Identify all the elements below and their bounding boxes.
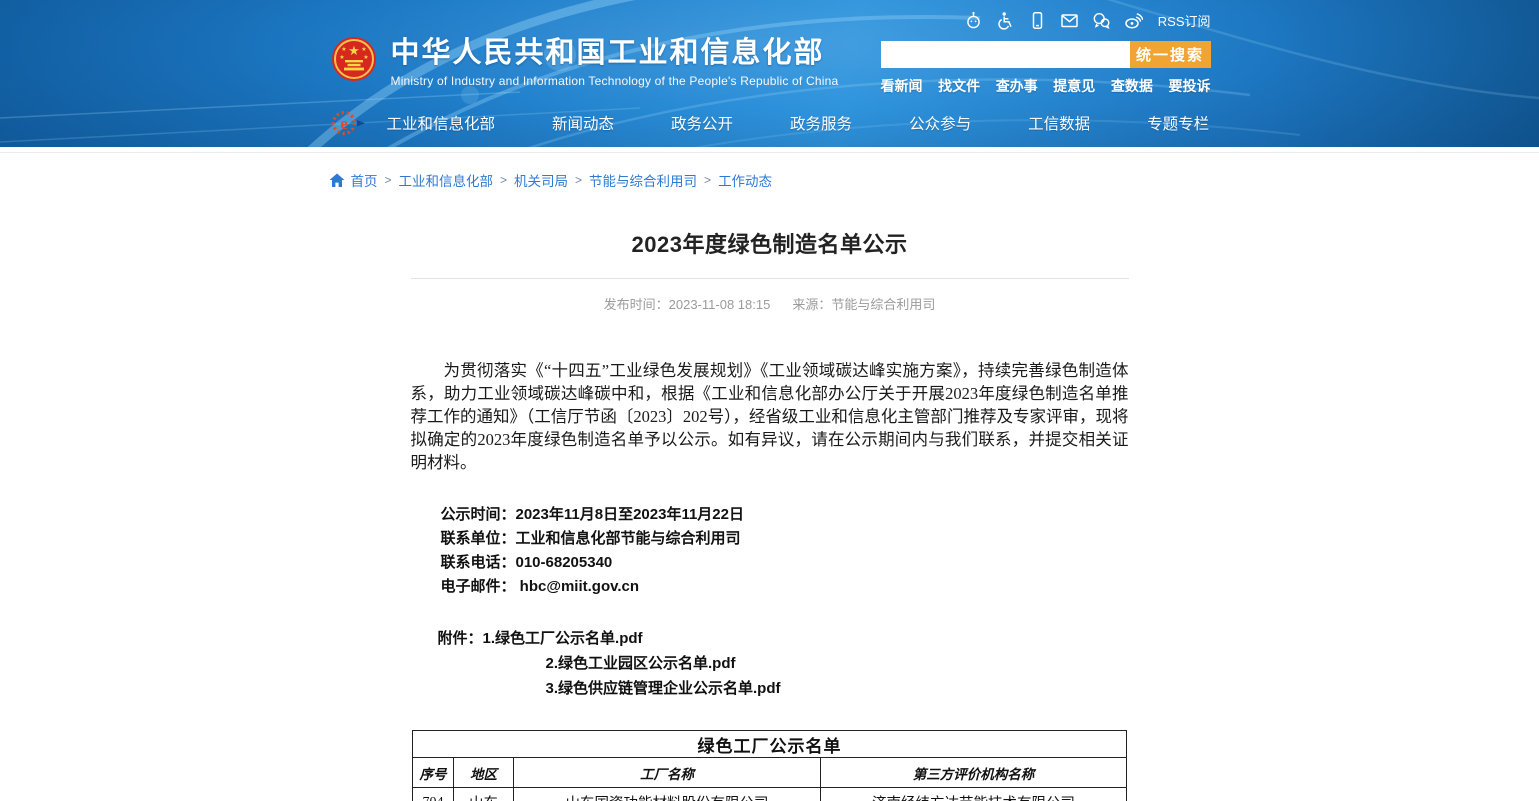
nav-item-data[interactable]: 工信数据 <box>1028 112 1090 134</box>
source-label: 来源： <box>792 297 831 312</box>
col-header-factory-name: 工厂名称 <box>514 758 821 788</box>
table-title-row: 绿色工厂公示名单 <box>413 731 1127 758</box>
page: ★ ★ ★ ★ ★ 中华人民共和国工业和信息化部 Ministry of Ind… <box>0 0 1539 801</box>
table-title: 绿色工厂公示名单 <box>413 731 1127 758</box>
wechat-icon[interactable] <box>1092 11 1111 30</box>
nav-item-miit[interactable]: 工业和信息化部 <box>387 112 496 134</box>
col-header-index: 序号 <box>413 758 454 788</box>
svg-text:★: ★ <box>348 43 360 58</box>
col-header-region: 地区 <box>454 758 514 788</box>
attachment-link-green-supply-chain[interactable]: 3.绿色供应链管理企业公示名单.pdf <box>546 676 1129 701</box>
title-divider <box>411 278 1129 279</box>
search-input[interactable] <box>881 41 1130 68</box>
quick-links: 看新闻 找文件 查办事 提意见 查数据 要投诉 <box>881 76 1211 96</box>
nav-item-special[interactable]: 专题专栏 <box>1147 112 1209 134</box>
breadcrumb-separator: > <box>704 173 711 187</box>
article-meta: 发布时间：2023-11-08 18:15 来源：节能与综合利用司 <box>411 294 1129 313</box>
cell-region: 山东 <box>454 788 514 801</box>
green-factory-table: 绿色工厂公示名单 序号 地区 工厂名称 第三方评价机构名称 704 山东 山东国… <box>412 730 1127 801</box>
mail-icon[interactable] <box>1060 11 1079 30</box>
site-subtitle-en: Ministry of Industry and Information Tec… <box>391 74 839 88</box>
attachments-label: 附件： <box>438 630 483 647</box>
nav-item-gov-service[interactable]: 政务服务 <box>790 112 852 134</box>
publish-time-label: 发布时间： <box>604 297 669 312</box>
svg-text:★: ★ <box>361 46 366 53</box>
breadcrumb-energy-dept[interactable]: 节能与综合利用司 <box>589 170 697 190</box>
quick-link-files[interactable]: 找文件 <box>938 76 980 96</box>
article-paragraph: 为贯彻落实《“十四五”工业绿色发展规划》《工业领域碳达峰实施方案》，持续完善绿色… <box>411 359 1129 474</box>
breadcrumb-miit[interactable]: 工业和信息化部 <box>399 170 494 190</box>
weibo-icon[interactable] <box>1124 11 1143 30</box>
breadcrumb: 首页 > 工业和信息化部 > 机关司局 > 节能与综合利用司 > 工作动态 <box>329 170 1211 190</box>
quick-link-feedback[interactable]: 提意见 <box>1053 76 1095 96</box>
cell-evaluator-name: 济南经纬方达节能技术有限公司 <box>821 788 1127 801</box>
search-bar: 统一搜索 <box>881 41 1211 68</box>
accessibility-icon[interactable] <box>996 11 1015 30</box>
breadcrumb-home[interactable]: 首页 <box>351 170 378 190</box>
svg-text:★: ★ <box>339 54 344 61</box>
header-icon-row: RSS订阅 <box>881 9 1211 31</box>
quick-link-affairs[interactable]: 查办事 <box>996 76 1038 96</box>
source-value: 节能与综合利用司 <box>831 297 935 312</box>
contact-info-block: 公示时间：2023年11月8日至2023年11月22日 联系单位：工业和信息化部… <box>441 503 1129 599</box>
cell-factory-name: 山东国瓷功能材料股份有限公司 <box>514 788 821 801</box>
cell-index: 704 <box>413 788 454 801</box>
nav-item-news[interactable]: 新闻动态 <box>552 112 614 134</box>
attachments-block: 附件：1.绿色工厂公示名单.pdf 2.绿色工业园区公示名单.pdf 3.绿色供… <box>411 626 1129 701</box>
breadcrumb-separator: > <box>500 173 507 187</box>
quick-link-data[interactable]: 查数据 <box>1111 76 1153 96</box>
main-nav: e 工业和信息化部 新闻动态 政务公开 政务服务 公众参与 工信数据 专题专栏 <box>329 107 1211 139</box>
breadcrumb-separator: > <box>385 173 392 187</box>
svg-text:★: ★ <box>363 54 368 61</box>
attachment-link-green-park[interactable]: 2.绿色工业园区公示名单.pdf <box>546 651 1129 676</box>
contact-unit-line: 联系单位：工业和信息化部节能与综合利用司 <box>441 527 1129 551</box>
article-title: 2023年度绿色制造名单公示 <box>411 227 1129 259</box>
mascot-icon[interactable] <box>964 11 983 30</box>
rss-subscribe-link[interactable]: RSS订阅 <box>1158 11 1211 30</box>
miit-e-logo-icon: e <box>329 107 367 139</box>
nav-item-participation[interactable]: 公众参与 <box>909 112 971 134</box>
nav-item-gov-open[interactable]: 政务公开 <box>671 112 733 134</box>
quick-link-news[interactable]: 看新闻 <box>881 76 923 96</box>
attachment-link-green-factory[interactable]: 1.绿色工厂公示名单.pdf <box>483 630 643 647</box>
site-brand[interactable]: ★ ★ ★ ★ ★ 中华人民共和国工业和信息化部 Ministry of Ind… <box>331 29 839 88</box>
notice-period-line: 公示时间：2023年11月8日至2023年11月22日 <box>441 503 1129 527</box>
nav-items: 工业和信息化部 新闻动态 政务公开 政务服务 公众参与 工信数据 专题专栏 <box>387 112 1267 134</box>
contact-email-line: 电子邮件： hbc@miit.gov.cn <box>441 575 1129 599</box>
svg-text:e: e <box>340 114 348 133</box>
breadcrumb-departments[interactable]: 机关司局 <box>514 170 568 190</box>
site-title: 中华人民共和国工业和信息化部 <box>391 29 839 71</box>
header-tools: RSS订阅 统一搜索 看新闻 找文件 查办事 提意见 查数据 要投诉 <box>881 9 1211 96</box>
article: 2023年度绿色制造名单公示 发布时间：2023-11-08 18:15 来源：节… <box>411 227 1129 801</box>
quick-link-complaint[interactable]: 要投诉 <box>1168 76 1210 96</box>
svg-text:★: ★ <box>341 46 346 53</box>
breadcrumb-work-news[interactable]: 工作动态 <box>718 170 772 190</box>
table-row: 704 山东 山东国瓷功能材料股份有限公司 济南经纬方达节能技术有限公司 <box>413 788 1127 801</box>
contact-phone-line: 联系电话：010-68205340 <box>441 551 1129 575</box>
article-body: 为贯彻落实《“十四五”工业绿色发展规划》《工业领域碳达峰实施方案》，持续完善绿色… <box>411 359 1129 474</box>
table-header-row: 序号 地区 工厂名称 第三方评价机构名称 <box>413 758 1127 788</box>
col-header-evaluator-name: 第三方评价机构名称 <box>821 758 1127 788</box>
national-emblem-icon: ★ ★ ★ ★ ★ <box>331 36 377 82</box>
home-icon <box>329 173 345 188</box>
mobile-icon[interactable] <box>1028 11 1047 30</box>
breadcrumb-separator: > <box>575 173 582 187</box>
publish-time-value: 2023-11-08 18:15 <box>669 297 771 312</box>
site-banner: ★ ★ ★ ★ ★ 中华人民共和国工业和信息化部 Ministry of Ind… <box>0 0 1539 147</box>
unified-search-button[interactable]: 统一搜索 <box>1130 41 1211 68</box>
